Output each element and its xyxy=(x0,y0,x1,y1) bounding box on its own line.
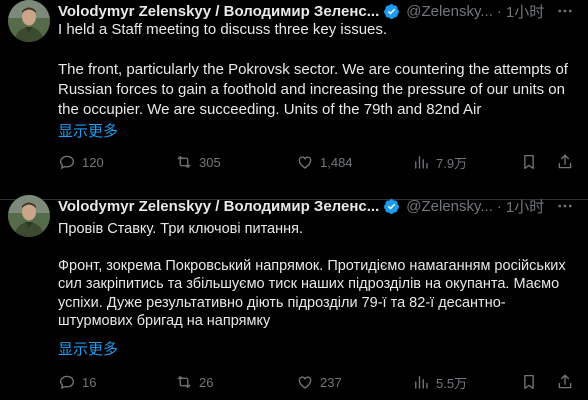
timestamp[interactable]: 1小时 xyxy=(506,196,544,217)
views-count: 5.5万 xyxy=(436,375,468,391)
like-button[interactable]: 1,484 xyxy=(296,153,353,171)
show-more-link[interactable]: 显示更多 xyxy=(58,338,118,359)
retweet-count: 305 xyxy=(199,154,221,170)
tweet-actions: 16 26 237 5.5万 xyxy=(58,372,576,392)
tweet-text: I held a Staff meeting to discuss three … xyxy=(58,20,578,120)
views-icon xyxy=(415,156,428,169)
views-count: 7.9万 xyxy=(436,155,468,171)
retweet-count: 26 xyxy=(199,374,214,390)
retweet-icon xyxy=(177,156,191,168)
reply-count: 16 xyxy=(82,374,97,390)
bookmark-icon xyxy=(524,154,534,170)
more-icon[interactable] xyxy=(554,0,576,22)
like-count: 237 xyxy=(320,374,342,390)
retweet-button[interactable]: 26 xyxy=(175,373,213,391)
verified-badge-icon xyxy=(384,3,400,19)
like-count: 1,484 xyxy=(320,154,353,170)
tweet-paragraph: Провів Ставку. Три ключові питання. xyxy=(58,221,304,237)
bookmark-button[interactable] xyxy=(520,373,538,391)
timestamp[interactable]: 1小时 xyxy=(506,1,544,22)
tweet-paragraph: The front, particularly the Pokrovsk sec… xyxy=(58,61,568,118)
tweet[interactable]: Volodymyr Zelenskyy / Володимир Зеленс..… xyxy=(0,0,588,200)
reply-icon xyxy=(59,375,75,390)
share-icon xyxy=(558,154,572,169)
views-button[interactable]: 5.5万 xyxy=(412,373,467,392)
tweet[interactable]: Volodymyr Zelenskyy / Володимир Зеленс..… xyxy=(0,195,588,400)
views-icon xyxy=(415,376,428,389)
author-handle[interactable]: @Zelensky... xyxy=(406,3,493,20)
avatar-image xyxy=(8,195,50,237)
reply-button[interactable]: 120 xyxy=(58,153,104,171)
like-button[interactable]: 237 xyxy=(296,373,342,391)
reply-button[interactable]: 16 xyxy=(58,373,96,391)
share-button[interactable] xyxy=(556,153,574,171)
reply-count: 120 xyxy=(82,154,104,170)
verified-badge-icon xyxy=(384,198,400,214)
like-icon xyxy=(298,156,312,169)
show-more-link[interactable]: 显示更多 xyxy=(58,120,118,141)
retweet-icon xyxy=(177,376,191,388)
author-name[interactable]: Volodymyr Zelenskyy / Володимир Зеленс..… xyxy=(58,3,379,20)
tweet-header: Volodymyr Zelenskyy / Володимир Зеленс..… xyxy=(58,195,576,217)
separator: · xyxy=(496,2,502,20)
avatar[interactable] xyxy=(8,0,50,42)
more-icon[interactable] xyxy=(554,195,576,217)
avatar[interactable] xyxy=(8,195,50,237)
share-icon xyxy=(558,374,572,389)
avatar-image xyxy=(8,0,50,42)
bookmark-button[interactable] xyxy=(520,153,538,171)
tweet-paragraph: I held a Staff meeting to discuss three … xyxy=(58,21,388,38)
separator: · xyxy=(496,197,502,215)
tweet-text: Провів Ставку. Три ключові питання. Фрон… xyxy=(58,220,578,331)
tweet-paragraph: Фронт, зокрема Покровський напрямок. Про… xyxy=(58,257,566,330)
share-button[interactable] xyxy=(556,373,574,391)
reply-icon xyxy=(59,155,75,170)
author-handle[interactable]: @Zelensky... xyxy=(406,198,493,215)
bookmark-icon xyxy=(524,374,534,390)
views-button[interactable]: 7.9万 xyxy=(412,153,467,172)
author-name[interactable]: Volodymyr Zelenskyy / Володимир Зеленс..… xyxy=(58,198,379,215)
tweet-actions: 120 305 1,484 7.9万 xyxy=(58,152,576,172)
like-icon xyxy=(298,376,312,389)
retweet-button[interactable]: 305 xyxy=(175,153,221,171)
tweet-header: Volodymyr Zelenskyy / Володимир Зеленс..… xyxy=(58,0,576,22)
